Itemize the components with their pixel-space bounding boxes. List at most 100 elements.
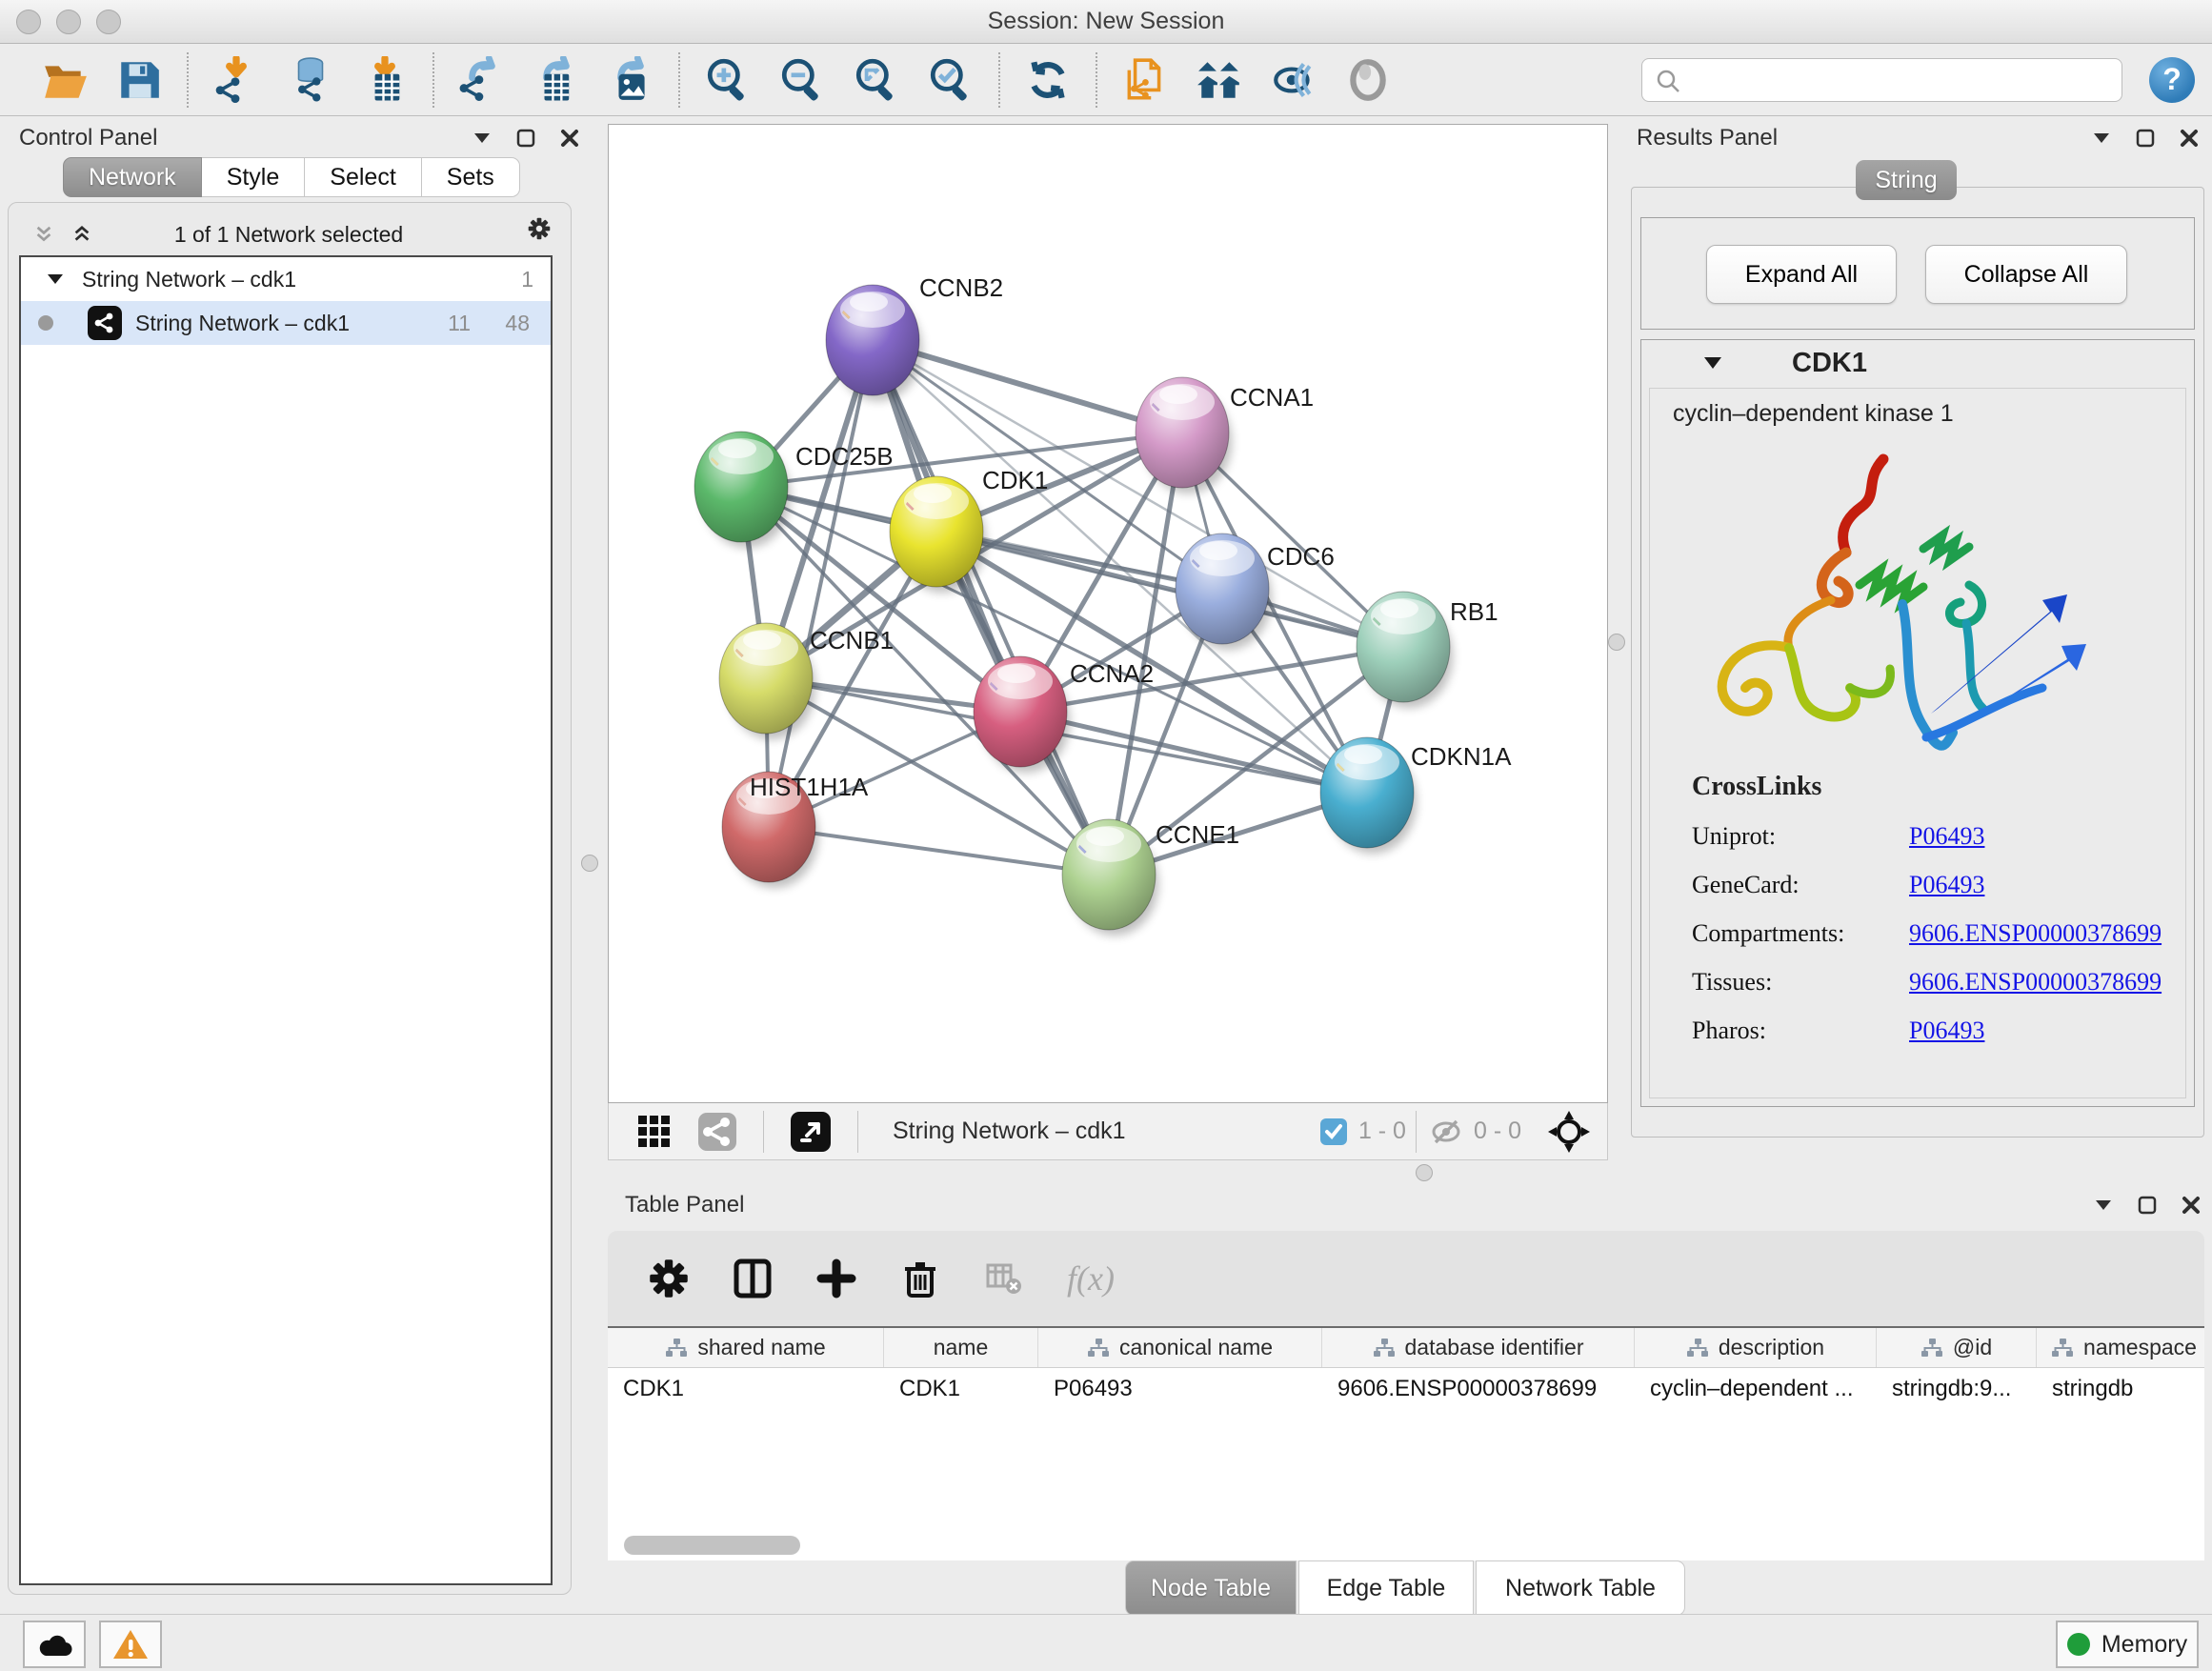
collection-expand-icon[interactable] — [46, 270, 65, 289]
memory-button[interactable]: Memory — [2056, 1621, 2199, 1668]
column-header-shared-name[interactable]: shared name — [608, 1328, 884, 1367]
status-bar: Memory — [0, 1614, 2212, 1671]
export-image-icon[interactable] — [606, 55, 655, 105]
import-network-icon[interactable] — [211, 55, 261, 105]
selected-nodes-checkbox-icon — [1318, 1117, 1349, 1147]
network-nodes: CCNB2CCNA1CDC25BCDK1CDC6RB1CCNB1CCNA2CDK… — [679, 273, 1512, 936]
zoom-fit-icon[interactable] — [852, 55, 901, 105]
network-view-share-icon[interactable] — [696, 1111, 738, 1153]
horizontal-splitter-handle[interactable] — [1416, 1164, 1433, 1181]
column-header-database-identifier[interactable]: database identifier — [1322, 1328, 1635, 1367]
collapse-all-button[interactable]: Collapse All — [1925, 245, 2127, 304]
svg-text:CCNB1: CCNB1 — [810, 626, 894, 654]
table-add-icon[interactable] — [815, 1258, 857, 1299]
network-node-count: 11 — [448, 311, 471, 336]
locate-crosshair-icon[interactable] — [1546, 1109, 1592, 1155]
control-panel-close-icon[interactable] — [558, 127, 581, 150]
results-panel-float-icon[interactable] — [2134, 127, 2157, 150]
grid-view-icon[interactable] — [635, 1113, 674, 1151]
results-node-header[interactable]: CDK1 — [1641, 340, 2194, 386]
results-panel-collapse-icon[interactable] — [2090, 127, 2113, 150]
refresh-icon[interactable] — [1023, 55, 1073, 105]
cell-canonical-name[interactable]: P06493 — [1038, 1368, 1322, 1410]
crosslink-link[interactable]: 9606.ENSP00000378699 — [1909, 919, 2162, 948]
results-panel-close-icon[interactable] — [2178, 127, 2201, 150]
tab-sets[interactable]: Sets — [422, 157, 520, 197]
table-horizontal-scrollbar[interactable] — [624, 1536, 800, 1555]
control-panel-float-icon[interactable] — [514, 127, 537, 150]
birdseye-view-icon[interactable] — [789, 1110, 833, 1154]
import-database-icon[interactable] — [286, 55, 335, 105]
column-header--id[interactable]: @id — [1877, 1328, 2037, 1367]
tab-node-table[interactable]: Node Table — [1125, 1560, 1297, 1616]
cell--id[interactable]: stringdb:9... — [1877, 1368, 2037, 1410]
table-panel-float-icon[interactable] — [2136, 1194, 2159, 1217]
save-session-icon[interactable] — [114, 55, 164, 105]
cell-name[interactable]: CDK1 — [884, 1368, 1038, 1410]
column-header-name[interactable]: name — [884, 1328, 1038, 1367]
expand-all-icon[interactable] — [70, 223, 93, 246]
protein-structure-image — [1688, 442, 2098, 756]
expand-all-button[interactable]: Expand All — [1706, 245, 1897, 304]
string-home-icon[interactable] — [1195, 55, 1244, 105]
tab-string[interactable]: String — [1856, 160, 1957, 200]
search-input[interactable] — [1641, 58, 2122, 102]
cell-database-identifier[interactable]: 9606.ENSP00000378699 — [1322, 1368, 1635, 1410]
crosslinks-title: CrossLinks — [1692, 772, 2162, 802]
control-panel-collapse-icon[interactable] — [471, 127, 493, 150]
tab-edge-table[interactable]: Edge Table — [1298, 1560, 1474, 1616]
column-header-canonical-name[interactable]: canonical name — [1038, 1328, 1322, 1367]
export-table-icon[interactable] — [532, 55, 581, 105]
main-toolbar: ? — [0, 44, 2212, 116]
cloud-button[interactable] — [23, 1621, 86, 1668]
cell-description[interactable]: cyclin–dependent ... — [1635, 1368, 1877, 1410]
zoom-out-icon[interactable] — [777, 55, 827, 105]
cell-namespace[interactable]: stringdb — [2037, 1368, 2204, 1410]
zoom-selected-icon[interactable] — [926, 55, 975, 105]
window-title: Session: New Session — [988, 8, 1225, 35]
network-row[interactable]: String Network – cdk1 11 48 — [21, 301, 551, 345]
table-panel-collapse-icon[interactable] — [2092, 1194, 2115, 1217]
share-document-icon[interactable] — [1120, 55, 1170, 105]
export-network-icon[interactable] — [457, 55, 507, 105]
crosslink-link[interactable]: P06493 — [1909, 822, 1984, 851]
results-panel-header: Results Panel — [1637, 122, 2201, 154]
import-table-icon[interactable] — [360, 55, 410, 105]
network-list-gear-icon[interactable] — [528, 217, 551, 240]
table-columns-icon[interactable] — [732, 1258, 774, 1299]
zoom-in-icon[interactable] — [703, 55, 753, 105]
window-zoom-button[interactable] — [96, 10, 121, 34]
crosslink-link[interactable]: 9606.ENSP00000378699 — [1909, 968, 2162, 997]
table-delete-icon[interactable] — [899, 1258, 941, 1299]
open-session-icon[interactable] — [40, 55, 90, 105]
network-collection-row[interactable]: String Network – cdk1 1 — [21, 257, 551, 301]
tab-network-table[interactable]: Network Table — [1476, 1560, 1685, 1616]
collapse-all-icon[interactable] — [32, 223, 55, 246]
control-panel-title: Control Panel — [19, 125, 157, 151]
crosslink-link[interactable]: P06493 — [1909, 871, 1984, 899]
tab-style[interactable]: Style — [202, 157, 306, 197]
left-splitter-handle[interactable] — [581, 855, 598, 872]
help-button[interactable]: ? — [2149, 57, 2195, 103]
node-table[interactable]: shared namenamecanonical namedatabase id… — [608, 1326, 2204, 1560]
network-list: String Network – cdk1 1 String Network –… — [19, 255, 553, 1585]
hide-selected-icon[interactable] — [1269, 55, 1318, 105]
column-header-description[interactable]: description — [1635, 1328, 1877, 1367]
crosslink-label: GeneCard: — [1692, 871, 1909, 899]
right-splitter-handle[interactable] — [1608, 634, 1625, 651]
tab-network[interactable]: Network — [63, 157, 202, 197]
node-section-expand-icon[interactable] — [1702, 352, 1723, 373]
table-row[interactable]: CDK1CDK1P064939606.ENSP00000378699cyclin… — [608, 1368, 2204, 1410]
network-canvas[interactable]: CCNB2CCNA1CDC25BCDK1CDC6RB1CCNB1CCNA2CDK… — [608, 124, 1608, 1103]
svg-text:RB1: RB1 — [1450, 597, 1498, 626]
warning-button[interactable] — [99, 1621, 162, 1668]
crosslink-label: Uniprot: — [1692, 822, 1909, 851]
tab-select[interactable]: Select — [305, 157, 421, 197]
window-close-button[interactable] — [16, 10, 41, 34]
column-header-namespace[interactable]: namespace — [2037, 1328, 2204, 1367]
cell-shared-name[interactable]: CDK1 — [608, 1368, 884, 1410]
table-gear-icon[interactable] — [648, 1258, 690, 1299]
crosslink-link[interactable]: P06493 — [1909, 1017, 1984, 1045]
table-panel-close-icon[interactable] — [2180, 1194, 2202, 1217]
window-minimize-button[interactable] — [56, 10, 81, 34]
